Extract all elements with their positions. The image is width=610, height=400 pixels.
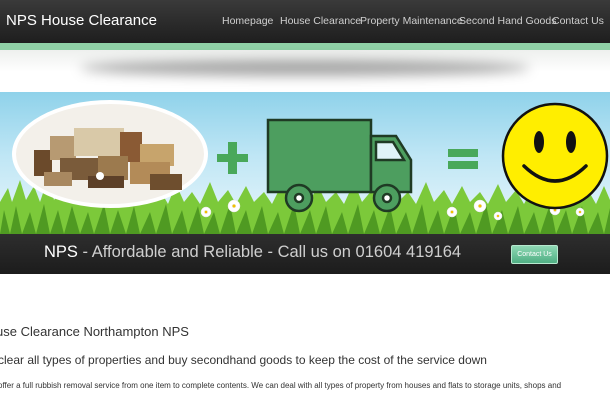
cta-brand: NPS <box>44 243 78 261</box>
main-nav: Homepage House Clearance Property Mainte… <box>0 15 610 31</box>
nav-second-hand-goods[interactable]: Second Hand Goods <box>459 15 556 27</box>
page-title: use Clearance Northampton NPS <box>0 324 189 339</box>
header-accent-line <box>0 43 610 50</box>
nav-homepage[interactable]: Homepage <box>222 15 273 27</box>
junk-pile-photo <box>12 100 208 208</box>
hero-banner <box>0 92 610 234</box>
page-subtitle: clear all types of properties and buy se… <box>0 353 487 367</box>
cta-phone-text: - Affordable and Reliable - Call us on 0… <box>77 243 462 261</box>
banner-illustration <box>0 100 610 234</box>
ribbon-shadow <box>80 60 530 76</box>
nav-property-maintenance[interactable]: Property Maintenance <box>360 15 463 27</box>
equals-icon <box>448 149 478 169</box>
nav-contact-us[interactable]: Contact Us <box>552 15 604 27</box>
contact-us-button[interactable]: Contact Us <box>511 245 558 264</box>
nav-house-clearance[interactable]: House Clearance <box>280 15 361 27</box>
page-body-text: offer a full rubbish removal service fro… <box>0 381 562 390</box>
cta-text: NPS - Affordable and Reliable - Call us … <box>44 243 461 262</box>
plus-icon <box>217 142 248 174</box>
smiley-face-icon <box>501 102 609 210</box>
